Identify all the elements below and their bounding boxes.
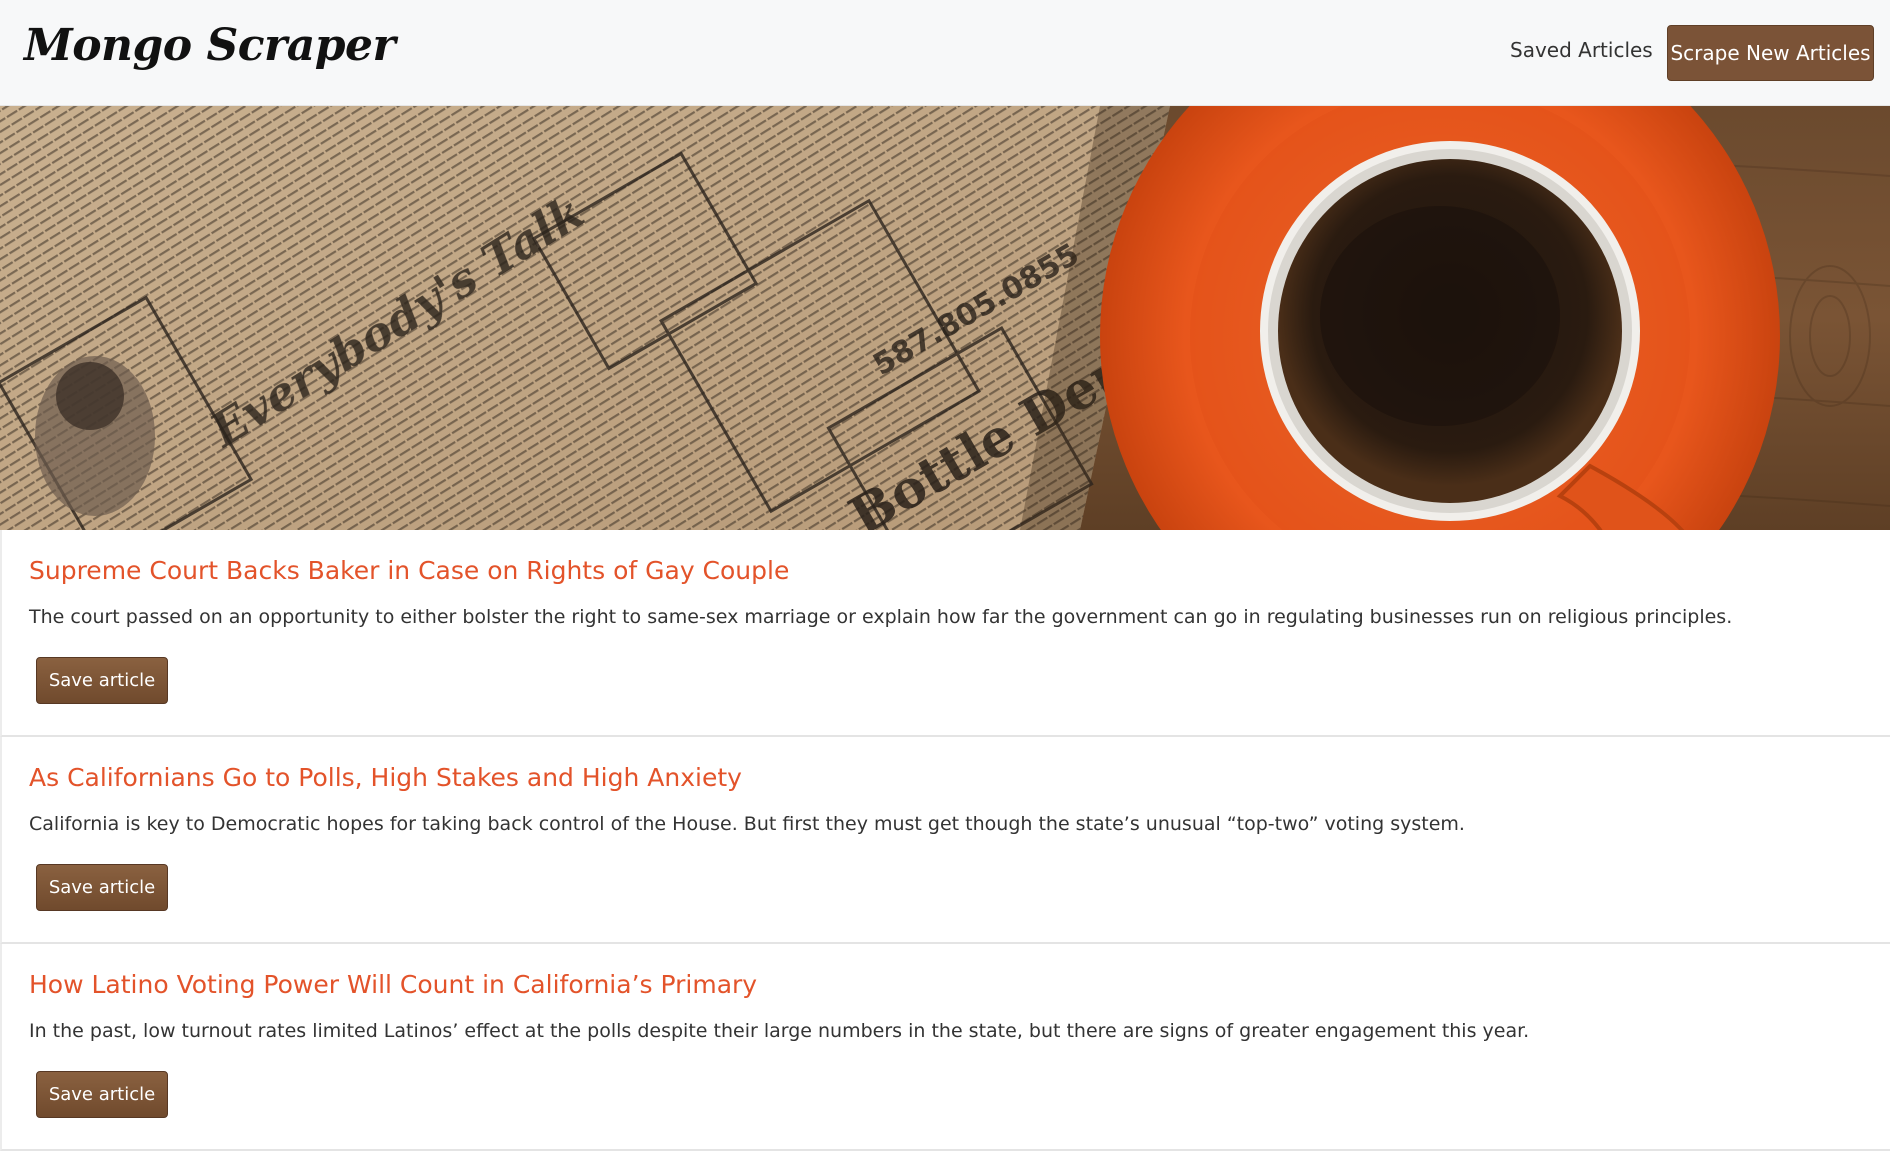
article-title-link[interactable]: As Californians Go to Polls, High Stakes… <box>29 763 742 792</box>
saved-articles-link[interactable]: Saved Articles <box>1510 38 1653 62</box>
hero-banner-image: Everybody's Talk Bottle Depo 587.805.085… <box>0 106 1890 530</box>
scrape-new-articles-button[interactable]: Scrape New Articles <box>1667 25 1874 81</box>
newspaper-coffee-illustration: Everybody's Talk Bottle Depo 587.805.085… <box>0 106 1890 530</box>
save-article-button[interactable]: Save article <box>36 1071 168 1118</box>
article-card: Supreme Court Backs Baker in Case on Rig… <box>0 530 1890 737</box>
article-title-link[interactable]: How Latino Voting Power Will Count in Ca… <box>29 970 757 999</box>
article-list: Supreme Court Backs Baker in Case on Rig… <box>0 530 1890 1151</box>
article-title-link[interactable]: Supreme Court Backs Baker in Case on Rig… <box>29 556 789 585</box>
article-summary: In the past, low turnout rates limited L… <box>29 1020 1530 1042</box>
article-summary: California is key to Democratic hopes fo… <box>29 813 1465 835</box>
article-card: How Latino Voting Power Will Count in Ca… <box>0 944 1890 1151</box>
article-card: As Californians Go to Polls, High Stakes… <box>0 737 1890 944</box>
article-summary: The court passed on an opportunity to ei… <box>29 606 1733 628</box>
save-article-button[interactable]: Save article <box>36 864 168 911</box>
save-article-button[interactable]: Save article <box>36 657 168 704</box>
brand-logo[interactable]: Mongo Scraper <box>24 20 396 71</box>
navbar: Mongo Scraper Saved Articles Scrape New … <box>0 0 1890 106</box>
